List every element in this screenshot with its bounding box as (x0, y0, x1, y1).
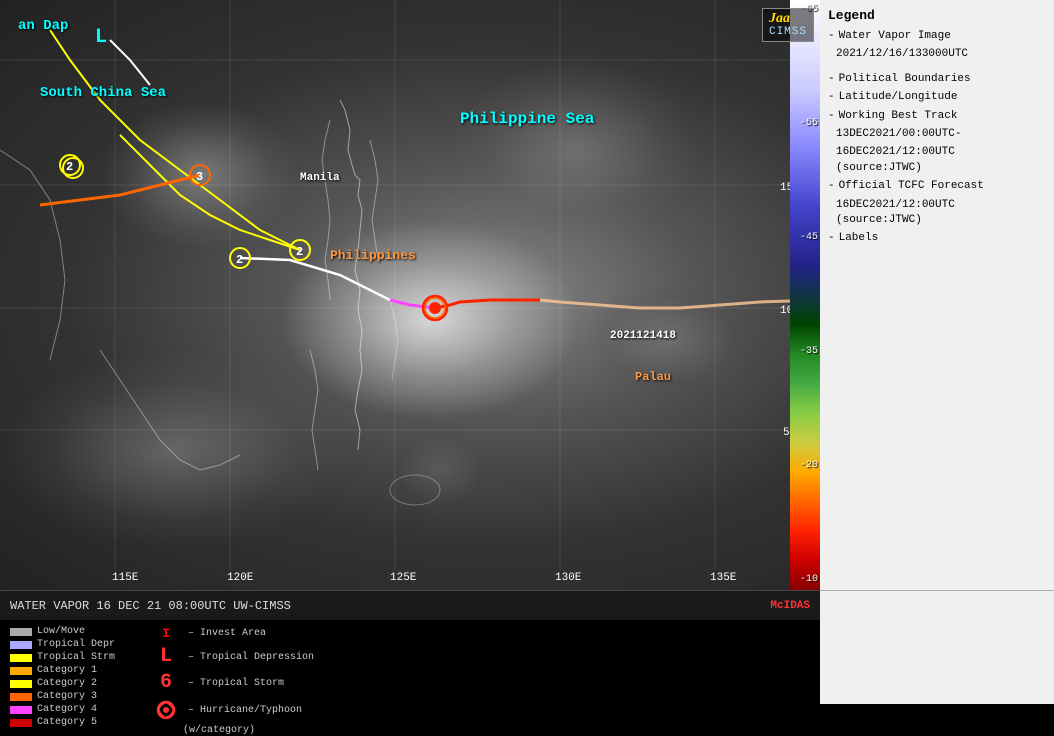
legend-item-wbt-date2: 16DEC2021/12:00UTC (source:JTWC) (828, 145, 1046, 176)
icon-legend: I – Invest Area L – Tropical Depression … (155, 626, 314, 698)
label-cat5: Category 5 (37, 717, 97, 728)
legend-item-ll: - Latitude/Longitude (828, 90, 1046, 105)
legend-ts: Tropical Strm (10, 652, 115, 663)
status-bar: WATER VAPOR 16 DEC 21 08:00UTC UW-CIMSS … (0, 590, 820, 620)
swatch-cat5 (10, 719, 32, 727)
legend-with-category: (w/category) (177, 725, 314, 736)
ts-icon: 6 (155, 673, 177, 693)
temp-label-45: -45 (792, 233, 818, 243)
legend-td: Tropical Depr (10, 639, 115, 650)
legend-cat1: Category 1 (10, 665, 115, 676)
temp-label-20: -20 (792, 461, 818, 471)
legend-item-wv: - Water Vapor Image (828, 29, 1046, 44)
invest-icon: I (155, 626, 177, 641)
legend-invest: I – Invest Area (155, 626, 314, 641)
cimss-logo: Jaa CIMSS (762, 8, 814, 42)
legend-item-wbt-date1: 13DEC2021/00:00UTC- (828, 127, 1046, 142)
swatch-td (10, 641, 32, 649)
temp-label-55: -55 (792, 119, 818, 129)
label-hurricane-icon: – Hurricane/Typhoon (182, 705, 302, 716)
legend-item-tcfc: - Official TCFC Forecast (828, 179, 1046, 194)
mcidas-label: McIDAS (770, 600, 810, 612)
track-color-legend: Low/Move Tropical Depr Tropical Strm Cat… (10, 626, 115, 698)
label-cat4: Category 4 (37, 704, 97, 715)
logo-bottom-text: CIMSS (769, 26, 807, 38)
legend-cat2: Category 2 (10, 678, 115, 689)
swatch-cat1 (10, 667, 32, 675)
label-td-icon: – Tropical Depression (182, 652, 314, 663)
right-bottom-panel (820, 590, 1054, 704)
legend-hurricane-icon: – Hurricane/Typhoon (155, 699, 314, 721)
legend-panel: Legend - Water Vapor Image 2021/12/16/13… (820, 0, 1054, 590)
logo-top-text: Jaa (769, 12, 807, 26)
label-with-category: (w/category) (177, 725, 255, 736)
swatch-cat3 (10, 693, 32, 701)
temp-label-35: -35 (792, 347, 818, 357)
label-cat3: Category 3 (37, 691, 97, 702)
legend-item-wbt: - Working Best Track (828, 109, 1046, 124)
legend-item-pb: - Political Boundaries (828, 72, 1046, 87)
temp-label-10: -10 (792, 575, 818, 585)
bottom-legend: Low/Move Tropical Depr Tropical Strm Cat… (0, 620, 820, 704)
temperature-scale: -65 -55 -45 -35 -20 -10 (790, 0, 820, 590)
hurricane-icon (155, 699, 177, 721)
swatch-low (10, 628, 32, 636)
label-low: Low/Move (37, 626, 85, 637)
legend-cat5: Category 5 (10, 717, 115, 728)
legend-cat4: Category 4 (10, 704, 115, 715)
legend-ts-icon: 6 – Tropical Storm (155, 673, 314, 693)
label-invest: – Invest Area (182, 628, 266, 639)
map-area: 115E 120E 125E 130E 135E 15 N 10 N 5 N (0, 0, 820, 590)
label-ts-icon: – Tropical Storm (182, 678, 284, 689)
legend-td-icon: L – Tropical Depression (155, 647, 314, 667)
swatch-ts (10, 654, 32, 662)
swatch-cat2 (10, 680, 32, 688)
label-cat2: Category 2 (37, 678, 97, 689)
legend-low: Low/Move (10, 626, 115, 637)
legend-item-ts: 2021/12/16/133000UTC (828, 47, 1046, 62)
label-cat1: Category 1 (37, 665, 97, 676)
status-text: WATER VAPOR 16 DEC 21 08:00UTC UW-CIMSS (10, 599, 291, 613)
legend-title: Legend (828, 8, 1046, 23)
legend-cat3: Category 3 (10, 691, 115, 702)
td-icon: L (155, 647, 177, 667)
label-td: Tropical Depr (37, 639, 115, 650)
swatch-cat4 (10, 706, 32, 714)
legend-item-tcfc-date: 16DEC2021/12:00UTC (source:JTWC) (828, 198, 1046, 229)
legend-item-labels: - Labels (828, 231, 1046, 246)
label-ts: Tropical Strm (37, 652, 115, 663)
